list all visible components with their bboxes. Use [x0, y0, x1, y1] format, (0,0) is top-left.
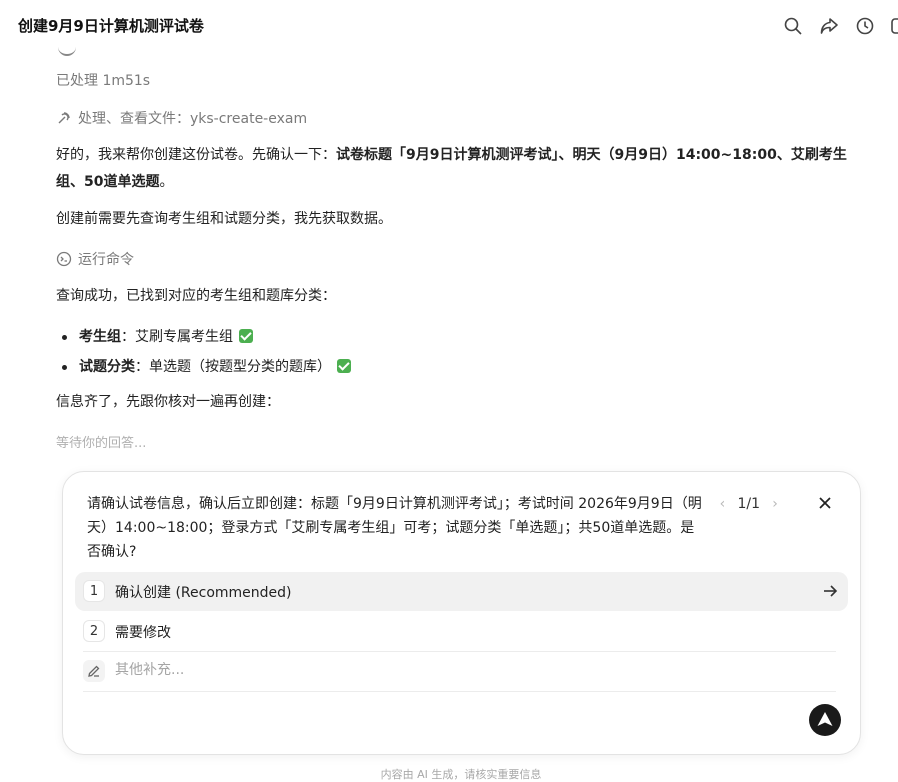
question-text: 请确认试卷信息，确认后立即创建：标题「9月9日计算机测评考试」；考试时间 202… — [87, 496, 702, 560]
history-icon[interactable] — [855, 16, 875, 36]
option-confirm[interactable]: 1 确认创建 (Recommended) — [75, 572, 848, 611]
waiting-status: 等待你的回答... — [56, 436, 147, 451]
close-icon[interactable] — [816, 494, 834, 512]
share-icon[interactable] — [819, 16, 839, 36]
panel-icon[interactable] — [890, 16, 898, 36]
top-bar: 创建9月9日计算机测评试卷 — [0, 0, 898, 52]
ai-disclaimer: 内容由 AI 生成，请核实重要信息 — [380, 768, 542, 781]
run-command-label: 运行命令 — [78, 252, 134, 268]
pager-count: 1/1 — [737, 496, 760, 512]
tool-icon — [56, 110, 72, 126]
option-other[interactable] — [75, 652, 848, 691]
file-step-label: 处理、查看文件：yks-create-exam — [78, 111, 308, 127]
list-item: 考生组：艾刷专属考生组 — [62, 326, 253, 346]
question-card: 请确认试卷信息，确认后立即创建：标题「9月9日计算机测评考试」；考试时间 202… — [62, 471, 861, 755]
query-note: 创建前需要先查询考生组和试题分类，我先获取数据。 — [56, 211, 392, 227]
search-icon[interactable] — [783, 16, 803, 36]
next-icon[interactable]: › — [764, 496, 786, 512]
option-label: 确认创建 (Recommended) — [115, 585, 292, 601]
option-number: 2 — [83, 620, 105, 642]
question-pager: ‹ 1/1 › — [711, 496, 786, 512]
list-item: 试题分类：单选题（按题型分类的题库） — [62, 356, 351, 376]
send-arrow-icon — [817, 712, 833, 726]
prev-icon[interactable]: ‹ — [711, 496, 733, 512]
file-step[interactable]: 处理、查看文件：yks-create-exam — [56, 108, 307, 128]
info-ready: 信息齐了，先跟你核对一遍再创建： — [56, 394, 280, 410]
check-icon — [239, 329, 253, 343]
send-button[interactable] — [809, 704, 841, 736]
arrow-right-icon — [822, 583, 838, 599]
run-command-step[interactable]: 运行命令 — [56, 249, 134, 269]
processed-time: 已处理 1m51s — [56, 73, 151, 89]
page-title: 创建9月9日计算机测评试卷 — [18, 17, 204, 35]
option-label: 需要修改 — [115, 625, 171, 641]
other-input[interactable] — [115, 662, 615, 678]
check-icon — [337, 359, 351, 373]
terminal-icon — [56, 251, 72, 267]
option-number: 1 — [83, 580, 105, 602]
pencil-icon — [83, 660, 105, 682]
avatar — [58, 46, 76, 56]
query-success: 查询成功，已找到对应的考生组和题库分类： — [56, 288, 336, 304]
intro-paragraph: 好的，我来帮你创建这份试卷。先确认一下：试卷标题「9月9日计算机测评考试」、明天… — [56, 147, 847, 190]
option-modify[interactable]: 2 需要修改 — [75, 612, 848, 651]
